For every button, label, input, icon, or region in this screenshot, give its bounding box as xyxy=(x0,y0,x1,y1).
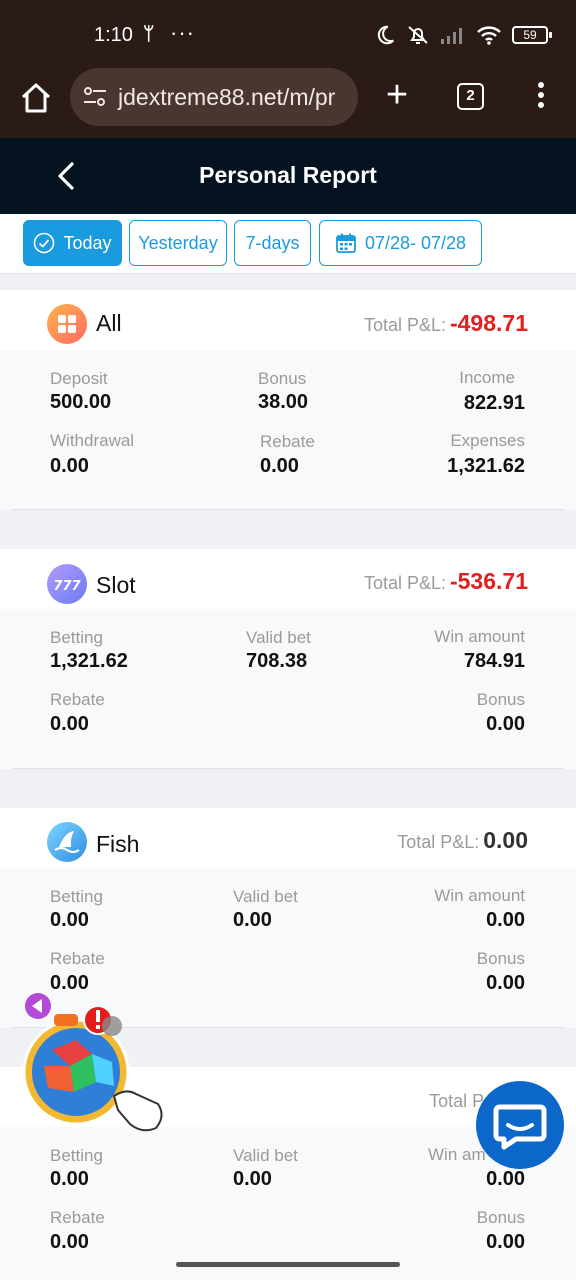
url-text: jdextreme88.net/m/pr xyxy=(118,83,336,110)
valid-bet-value: 0.00 xyxy=(233,1168,272,1190)
expenses-value: 1,321.62 xyxy=(447,455,525,477)
rebate-label: Rebate xyxy=(50,949,105,968)
chat-icon xyxy=(493,1104,547,1150)
more-icon[interactable] xyxy=(531,82,551,112)
report-card-slot: 777 Slot Total P&L: -536.71 Betting 1,321… xyxy=(0,549,576,769)
withdrawal-label: Withdrawal xyxy=(50,431,135,450)
deposit-label: Deposit xyxy=(50,369,108,388)
battery-icon: 59 xyxy=(512,26,552,44)
income-label: Income xyxy=(459,368,515,387)
valid-bet-value: 708.38 xyxy=(246,650,308,672)
svg-text:777: 777 xyxy=(53,579,81,594)
check-circle-icon xyxy=(34,232,55,254)
bonus-label: Bonus xyxy=(476,1208,525,1227)
bonus-label: Bonus xyxy=(476,949,525,968)
betting-value: 1,321.62 xyxy=(50,650,128,672)
win-amount-value: 0.00 xyxy=(486,1168,525,1190)
total-pnl: Total P&L: -536.71 xyxy=(364,568,528,595)
bonus-label: Bonus xyxy=(258,369,307,388)
bonus-value: 38.00 xyxy=(258,391,309,413)
betting-label: Betting xyxy=(50,628,103,647)
moon-icon xyxy=(377,25,394,45)
filter-today-button[interactable]: Today xyxy=(23,220,122,266)
betting-label: Betting xyxy=(50,1146,103,1165)
win-amount-label: Win amount xyxy=(434,627,525,646)
rebate-label: Rebate xyxy=(50,1208,105,1227)
home-icon[interactable] xyxy=(18,80,54,116)
tune-icon[interactable] xyxy=(82,84,108,110)
total-pnl-value: 0.00 xyxy=(483,827,528,853)
valid-bet-label: Valid bet xyxy=(233,1146,298,1165)
expenses-label: Expenses xyxy=(450,431,525,450)
total-pnl: Total P&L: -498.71 xyxy=(364,310,528,337)
signal-icon xyxy=(441,28,462,44)
filter-7days-button[interactable]: 7-days xyxy=(234,220,311,266)
win-amount-value: 0.00 xyxy=(486,909,525,931)
calendar-icon xyxy=(336,233,356,253)
plus-icon[interactable]: + xyxy=(382,76,412,114)
date-range-label: 07/28- 07/28 xyxy=(364,232,467,253)
status-time: 1:10 xyxy=(94,24,133,46)
filter-7days-label: 7-days xyxy=(245,232,300,253)
grid-icon xyxy=(47,304,87,344)
total-pnl-label: Total P&L: xyxy=(397,832,480,852)
betting-value: 0.00 xyxy=(50,1168,89,1190)
filter-yesterday-label: Yesterday xyxy=(138,232,218,253)
total-pnl: Total P&L: 0.00 xyxy=(397,827,528,854)
rebate-label: Rebate xyxy=(260,432,315,451)
section-name: Slot xyxy=(96,572,136,598)
valid-bet-label: Valid bet xyxy=(246,628,311,647)
bonus-label: Bonus xyxy=(476,690,525,709)
url-bar[interactable]: jdextreme88.net/m/pr xyxy=(70,68,358,126)
mute-icon xyxy=(408,26,428,44)
date-filter-bar: Today Yesterday 7-days 07/28- 07/28 xyxy=(0,214,576,274)
floating-game-widget[interactable] xyxy=(14,992,170,1140)
slot-777-icon: 777 xyxy=(47,564,87,604)
income-value: 822.91 xyxy=(463,392,525,414)
rebate-value: 0.00 xyxy=(50,1231,89,1253)
valid-bet-value: 0.00 xyxy=(233,909,272,931)
total-pnl-label: Total P&L: xyxy=(363,315,446,335)
rebate-value: 0.00 xyxy=(260,455,299,477)
browser-toolbar: jdextreme88.net/m/pr + 2 xyxy=(0,68,576,138)
page-title: Personal Report xyxy=(199,162,377,188)
deposit-value: 500.00 xyxy=(50,391,112,413)
section-name: Fish xyxy=(96,831,140,857)
section-name: All xyxy=(96,310,122,336)
betting-label: Betting xyxy=(50,887,103,906)
total-pnl-value: -498.71 xyxy=(449,310,528,336)
win-amount-label: Win amount xyxy=(434,886,525,905)
gesture-bar xyxy=(176,1262,400,1267)
rebate-label: Rebate xyxy=(50,690,105,709)
wifi-icon xyxy=(477,26,501,45)
total-pnl-value: -536.71 xyxy=(449,568,528,594)
live-chat-button[interactable] xyxy=(476,1081,564,1169)
bonus-value: 0.00 xyxy=(486,1231,525,1253)
status-bar: 1:10 ᛘ ··· 59 xyxy=(0,0,576,68)
collapse-arrow-icon[interactable] xyxy=(25,993,51,1019)
withdrawal-value: 0.00 xyxy=(50,455,89,477)
date-range-picker[interactable]: 07/28- 07/28 xyxy=(319,220,482,266)
hand-pointer-icon xyxy=(112,1090,163,1132)
report-card-all: All Total P&L: -498.71 Deposit 500.00 Bon… xyxy=(0,290,576,510)
total-pnl-label: Total P&L: xyxy=(363,573,446,593)
bonus-value: 0.00 xyxy=(486,972,525,994)
notification-icon: ᛘ xyxy=(143,24,155,45)
app-header: Personal Report xyxy=(0,138,576,214)
rebate-value: 0.00 xyxy=(50,713,89,735)
filter-yesterday-button[interactable]: Yesterday xyxy=(129,220,227,266)
betting-value: 0.00 xyxy=(50,909,89,931)
bonus-value: 0.00 xyxy=(486,713,525,735)
shark-fin-icon xyxy=(47,822,87,862)
more-notifications-icon: ··· xyxy=(170,20,195,45)
valid-bet-label: Valid bet xyxy=(233,887,298,906)
tabs-icon[interactable]: 2 xyxy=(457,83,484,110)
win-amount-value: 784.91 xyxy=(463,650,525,672)
filter-today-label: Today xyxy=(63,232,112,253)
